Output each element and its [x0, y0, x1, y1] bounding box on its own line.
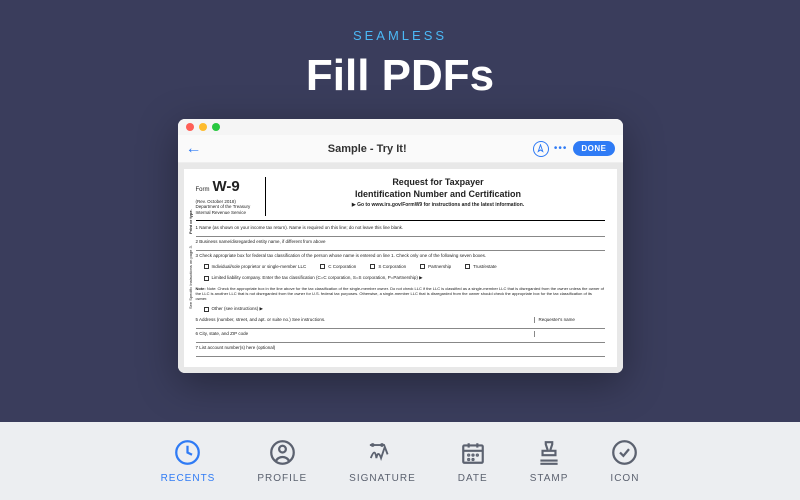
- form-word: Form: [196, 187, 210, 195]
- side-label-instructions: See Specific Instructions on page 3.: [188, 245, 193, 309]
- checkbox-row-1: Individual/sole proprietor or single-mem…: [196, 261, 605, 273]
- document-title: Sample - Try It!: [202, 143, 533, 155]
- nav-icon[interactable]: ICON: [610, 439, 639, 484]
- side-label-print: Print or type.: [188, 209, 193, 234]
- form-line-2[interactable]: 2 Business name/disregarded entity name,…: [196, 237, 605, 251]
- stamp-icon: [535, 439, 563, 467]
- form-dept-2: Internal Revenue Service: [196, 210, 261, 216]
- nav-signature[interactable]: SIGNATURE: [349, 439, 416, 484]
- checkbox-c-corp[interactable]: C Corporation: [320, 264, 356, 270]
- nav-recents[interactable]: RECENTS: [161, 439, 216, 484]
- toolbar: ← Sample - Try It! ••• DONE: [178, 135, 623, 163]
- form-header: Form W-9 (Rev. October 2018) Department …: [196, 177, 605, 221]
- requester-field[interactable]: Requester's name: [535, 317, 605, 323]
- checkbox-row-llc: Limited liability company. Enter the tax…: [196, 272, 605, 284]
- form-note: Note: Note: Check the appropriate box in…: [196, 284, 605, 303]
- hero-section: SEAMLESS Fill PDFs: [0, 0, 800, 101]
- close-icon[interactable]: [186, 123, 194, 131]
- form-title-line-1: Request for Taxpayer: [272, 177, 605, 189]
- nav-label: STAMP: [530, 473, 569, 484]
- headline-text: Fill PDFs: [0, 51, 800, 101]
- form-go-link: ▶ Go to www.irs.gov/FormW9 for instructi…: [272, 202, 605, 209]
- eyebrow-text: SEAMLESS: [0, 28, 800, 43]
- pen-icon: [536, 144, 545, 153]
- app-window: ← Sample - Try It! ••• DONE Print or typ…: [178, 119, 623, 373]
- back-button[interactable]: ←: [186, 140, 202, 158]
- pdf-page[interactable]: Print or type. See Specific Instructions…: [184, 169, 617, 367]
- checkbox-other[interactable]: Other (see instructions) ▶: [204, 306, 263, 312]
- nav-label: ICON: [610, 473, 639, 484]
- done-button[interactable]: DONE: [573, 141, 614, 156]
- form-line-5[interactable]: 5 Address (number, street, and apt. or s…: [196, 317, 535, 323]
- nav-label: DATE: [458, 473, 488, 484]
- nav-label: SIGNATURE: [349, 473, 416, 484]
- form-line-7[interactable]: 7 List account number(s) here (optional): [196, 343, 605, 357]
- nav-label: RECENTS: [161, 473, 216, 484]
- checkbox-llc[interactable]: Limited liability company. Enter the tax…: [204, 275, 423, 281]
- annotate-button[interactable]: [533, 141, 549, 157]
- nav-label: PROFILE: [257, 473, 307, 484]
- check-circle-icon: [611, 439, 639, 467]
- checkbox-s-corp[interactable]: S Corporation: [370, 264, 406, 270]
- nav-profile[interactable]: PROFILE: [257, 439, 307, 484]
- checkbox-individual[interactable]: Individual/sole proprietor or single-mem…: [204, 264, 307, 270]
- form-line-6[interactable]: 6 City, state, and ZIP code: [196, 331, 535, 337]
- maximize-icon[interactable]: [212, 123, 220, 131]
- checkbox-partnership[interactable]: Partnership: [420, 264, 451, 270]
- bottom-nav: RECENTS PROFILE SIGNATURE DATE STAMP ICO…: [0, 422, 800, 500]
- signature-icon: [368, 439, 396, 467]
- form-line-3: 3 Check appropriate box for federal tax …: [196, 251, 605, 261]
- nav-date[interactable]: DATE: [458, 439, 488, 484]
- user-icon: [268, 439, 296, 467]
- checkbox-trust[interactable]: Trust/estate: [465, 264, 497, 270]
- form-line-1[interactable]: 1 Name (as shown on your income tax retu…: [196, 223, 605, 237]
- nav-stamp[interactable]: STAMP: [530, 439, 569, 484]
- checkbox-row-other: Other (see instructions) ▶: [196, 303, 605, 315]
- form-title-line-2: Identification Number and Certification: [272, 189, 605, 201]
- minimize-icon[interactable]: [199, 123, 207, 131]
- form-code: W-9: [213, 177, 240, 197]
- calendar-icon: [459, 439, 487, 467]
- document-viewport[interactable]: Print or type. See Specific Instructions…: [178, 163, 623, 373]
- clock-icon: [174, 439, 202, 467]
- window-titlebar: [178, 119, 623, 135]
- more-button[interactable]: •••: [554, 143, 568, 154]
